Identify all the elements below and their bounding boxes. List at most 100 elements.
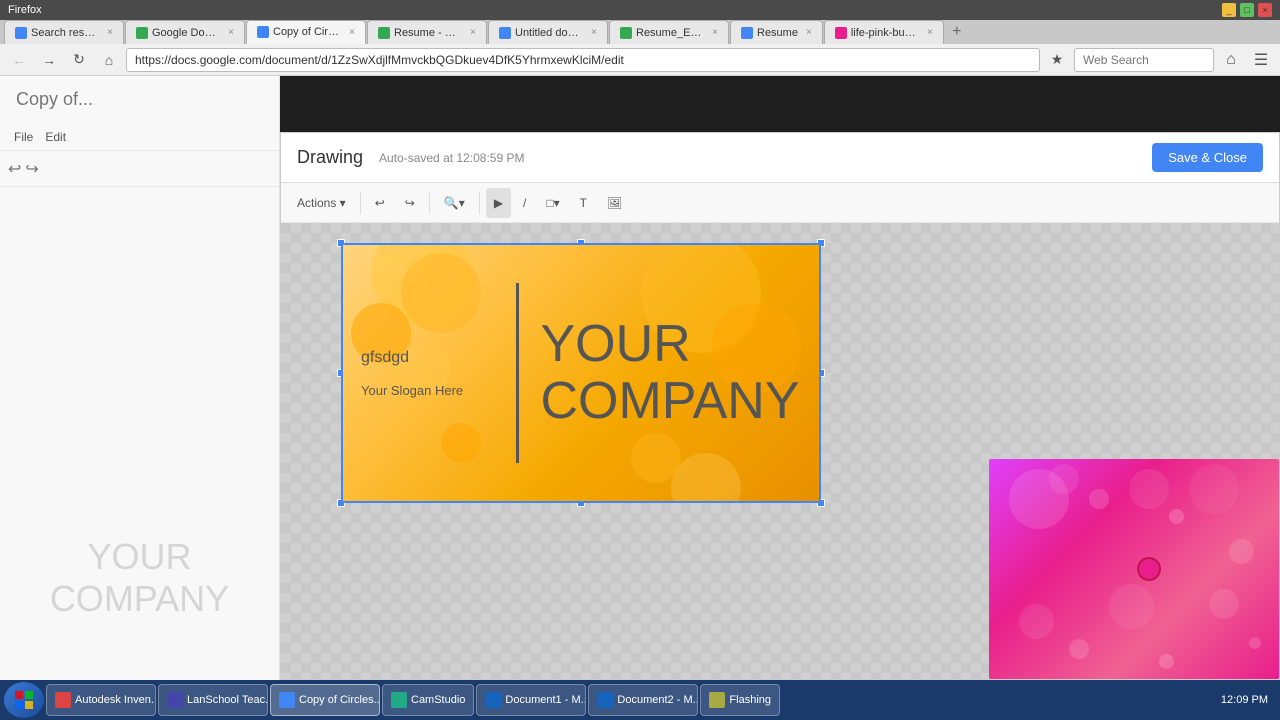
zoom-button[interactable]: 🔍▾ <box>436 188 473 218</box>
tab-label: Resume_Example... <box>636 27 704 39</box>
taskbar-icon-doc2 <box>597 692 613 708</box>
taskbar-label-camstudio: CamStudio <box>411 694 465 706</box>
bookmark-button[interactable]: ★ <box>1044 47 1070 73</box>
taskbar-icon-camstudio <box>391 692 407 708</box>
drawing-header: Drawing Auto-saved at 12:08:59 PM Save &… <box>281 133 1279 183</box>
menu-edit[interactable]: Edit <box>39 130 72 144</box>
search-bar[interactable] <box>1074 48 1214 72</box>
taskbar-item-autodesk[interactable]: Autodesk Inven... <box>46 684 156 716</box>
tab-close-icon[interactable]: × <box>591 27 597 38</box>
redo-icon[interactable]: ↪ <box>25 159 38 179</box>
tab-docs-template[interactable]: Google Docs Te... × <box>125 20 245 44</box>
tab-resume-google[interactable]: Resume - Google... × <box>367 20 487 44</box>
taskbar-item-doc2[interactable]: Document2 - M... <box>588 684 698 716</box>
undo-button[interactable]: ↩ <box>367 188 393 218</box>
tab-label: Resume <box>757 27 798 39</box>
redo-button[interactable]: ↪ <box>397 188 423 218</box>
select-tool[interactable]: ▶ <box>486 188 511 218</box>
tab-resume-example[interactable]: Resume_Example... × <box>609 20 729 44</box>
home-icon-button[interactable]: ⌂ <box>1218 47 1244 73</box>
company-line1: YOUR <box>540 316 799 373</box>
tab-close-icon[interactable]: × <box>712 27 718 38</box>
taskbar-label-flashing: Flashing <box>729 694 771 706</box>
drawing-toolbar: Actions ▾ ↩ ↪ 🔍▾ ▶ / □▾ T 🖼 <box>281 183 1279 223</box>
docs-bg-toolbar: ↩ ↪ <box>0 151 279 187</box>
tab-label: Untitled docume... <box>515 27 583 39</box>
minimize-button[interactable]: _ <box>1222 3 1236 17</box>
drawing-dialog: Drawing Auto-saved at 12:08:59 PM Save &… <box>280 132 1280 680</box>
tab-favicon <box>741 27 753 39</box>
window-controls: _ □ × <box>1222 3 1272 17</box>
card-name: gfsdgd <box>361 349 496 367</box>
text-tool[interactable]: T <box>572 188 595 218</box>
tab-close-icon[interactable]: × <box>806 27 812 38</box>
toolbar-separator <box>360 192 361 214</box>
tab-close-icon[interactable]: × <box>470 27 476 38</box>
forward-button[interactable]: → <box>36 47 62 73</box>
taskbar-label-autodesk: Autodesk Inven... <box>75 694 156 706</box>
address-bar[interactable] <box>126 48 1040 72</box>
tab-favicon <box>620 27 632 39</box>
business-card[interactable]: gfsdgd Your Slogan Here YOUR COMPANY <box>341 243 821 503</box>
cursor-dot <box>1137 557 1161 581</box>
taskbar-icon-doc1 <box>485 692 501 708</box>
nav-icons: ⌂ ☰ <box>1218 47 1274 73</box>
tab-pink-bubbles[interactable]: life-pink-bubbles-... × <box>824 20 944 44</box>
toolbar-separator-3 <box>479 192 480 214</box>
tab-search[interactable]: Search results - G... × <box>4 20 124 44</box>
taskbar-label-doc2: Document2 - M... <box>617 694 698 706</box>
taskbar-item-camstudio[interactable]: CamStudio <box>382 684 474 716</box>
pink-image[interactable] <box>989 459 1279 679</box>
tab-bar: Search results - G... × Google Docs Te..… <box>0 20 1280 45</box>
tab-label: Google Docs Te... <box>152 27 220 39</box>
settings-icon-button[interactable]: ☰ <box>1248 47 1274 73</box>
home-button[interactable]: ⌂ <box>96 47 122 73</box>
business-card-wrapper[interactable]: gfsdgd Your Slogan Here YOUR COMPANY <box>341 243 821 503</box>
undo-icon[interactable]: ↩ <box>8 159 21 179</box>
save-close-button[interactable]: Save & Close <box>1152 143 1263 172</box>
browser-title: Firefox <box>8 4 42 16</box>
line-tool[interactable]: / <box>515 188 534 218</box>
menu-file[interactable]: File <box>8 130 39 144</box>
docs-bg-title: Copy of... <box>0 76 279 123</box>
taskbar-item-copy-circles[interactable]: Copy of Circles... <box>270 684 380 716</box>
actions-menu-button[interactable]: Actions ▾ <box>289 188 354 218</box>
tab-label: Copy of Circle... <box>273 26 341 38</box>
image-tool[interactable]: 🖼 <box>599 188 630 218</box>
tab-untitled[interactable]: Untitled docume... × <box>488 20 608 44</box>
tab-close-icon[interactable]: × <box>927 27 933 38</box>
new-tab-button[interactable]: + <box>945 20 969 44</box>
card-slogan: Your Slogan Here <box>361 383 496 398</box>
taskbar: Autodesk Inven... LanSchool Teac... Copy… <box>0 680 1280 720</box>
tab-close-icon[interactable]: × <box>107 27 113 38</box>
reload-button[interactable]: ↻ <box>66 47 92 73</box>
shape-tool[interactable]: □▾ <box>538 188 567 218</box>
windows-logo-icon <box>14 690 34 710</box>
tab-favicon <box>835 27 847 39</box>
taskbar-item-doc1[interactable]: Document1 - M... <box>476 684 586 716</box>
drawing-canvas[interactable]: gfsdgd Your Slogan Here YOUR COMPANY <box>281 223 1279 679</box>
title-bar: Firefox _ □ × <box>0 0 1280 20</box>
start-button[interactable] <box>4 682 44 718</box>
docs-background: Copy of... File Edit ↩ ↪ YOUR COMPANY <box>0 76 280 680</box>
tab-label: Resume - Google... <box>394 27 462 39</box>
maximize-button[interactable]: □ <box>1240 3 1254 17</box>
tab-favicon <box>257 26 269 38</box>
card-left: gfsdgd Your Slogan Here <box>341 243 516 503</box>
taskbar-icon-autodesk <box>55 692 71 708</box>
back-button[interactable]: ← <box>6 47 32 73</box>
taskbar-time: 12:09 PM <box>1221 694 1268 706</box>
nav-bar: ← → ↻ ⌂ ★ ⌂ ☰ <box>0 44 1280 76</box>
taskbar-item-lanschool[interactable]: LanSchool Teac... <box>158 684 268 716</box>
tab-close-icon[interactable]: × <box>228 27 234 38</box>
tab-label: Search results - G... <box>31 27 99 39</box>
tab-favicon <box>378 27 390 39</box>
tab-label: life-pink-bubbles-... <box>851 27 919 39</box>
taskbar-item-flashing[interactable]: Flashing <box>700 684 780 716</box>
tab-close-icon[interactable]: × <box>349 27 355 38</box>
drawing-autosave: Auto-saved at 12:08:59 PM <box>379 151 524 165</box>
tab-resume[interactable]: Resume × <box>730 20 823 44</box>
close-button[interactable]: × <box>1258 3 1272 17</box>
tab-copy-circle[interactable]: Copy of Circle... × <box>246 20 366 44</box>
page-wrapper: Copy of... File Edit ↩ ↪ YOUR COMPANY Dr… <box>0 76 1280 680</box>
